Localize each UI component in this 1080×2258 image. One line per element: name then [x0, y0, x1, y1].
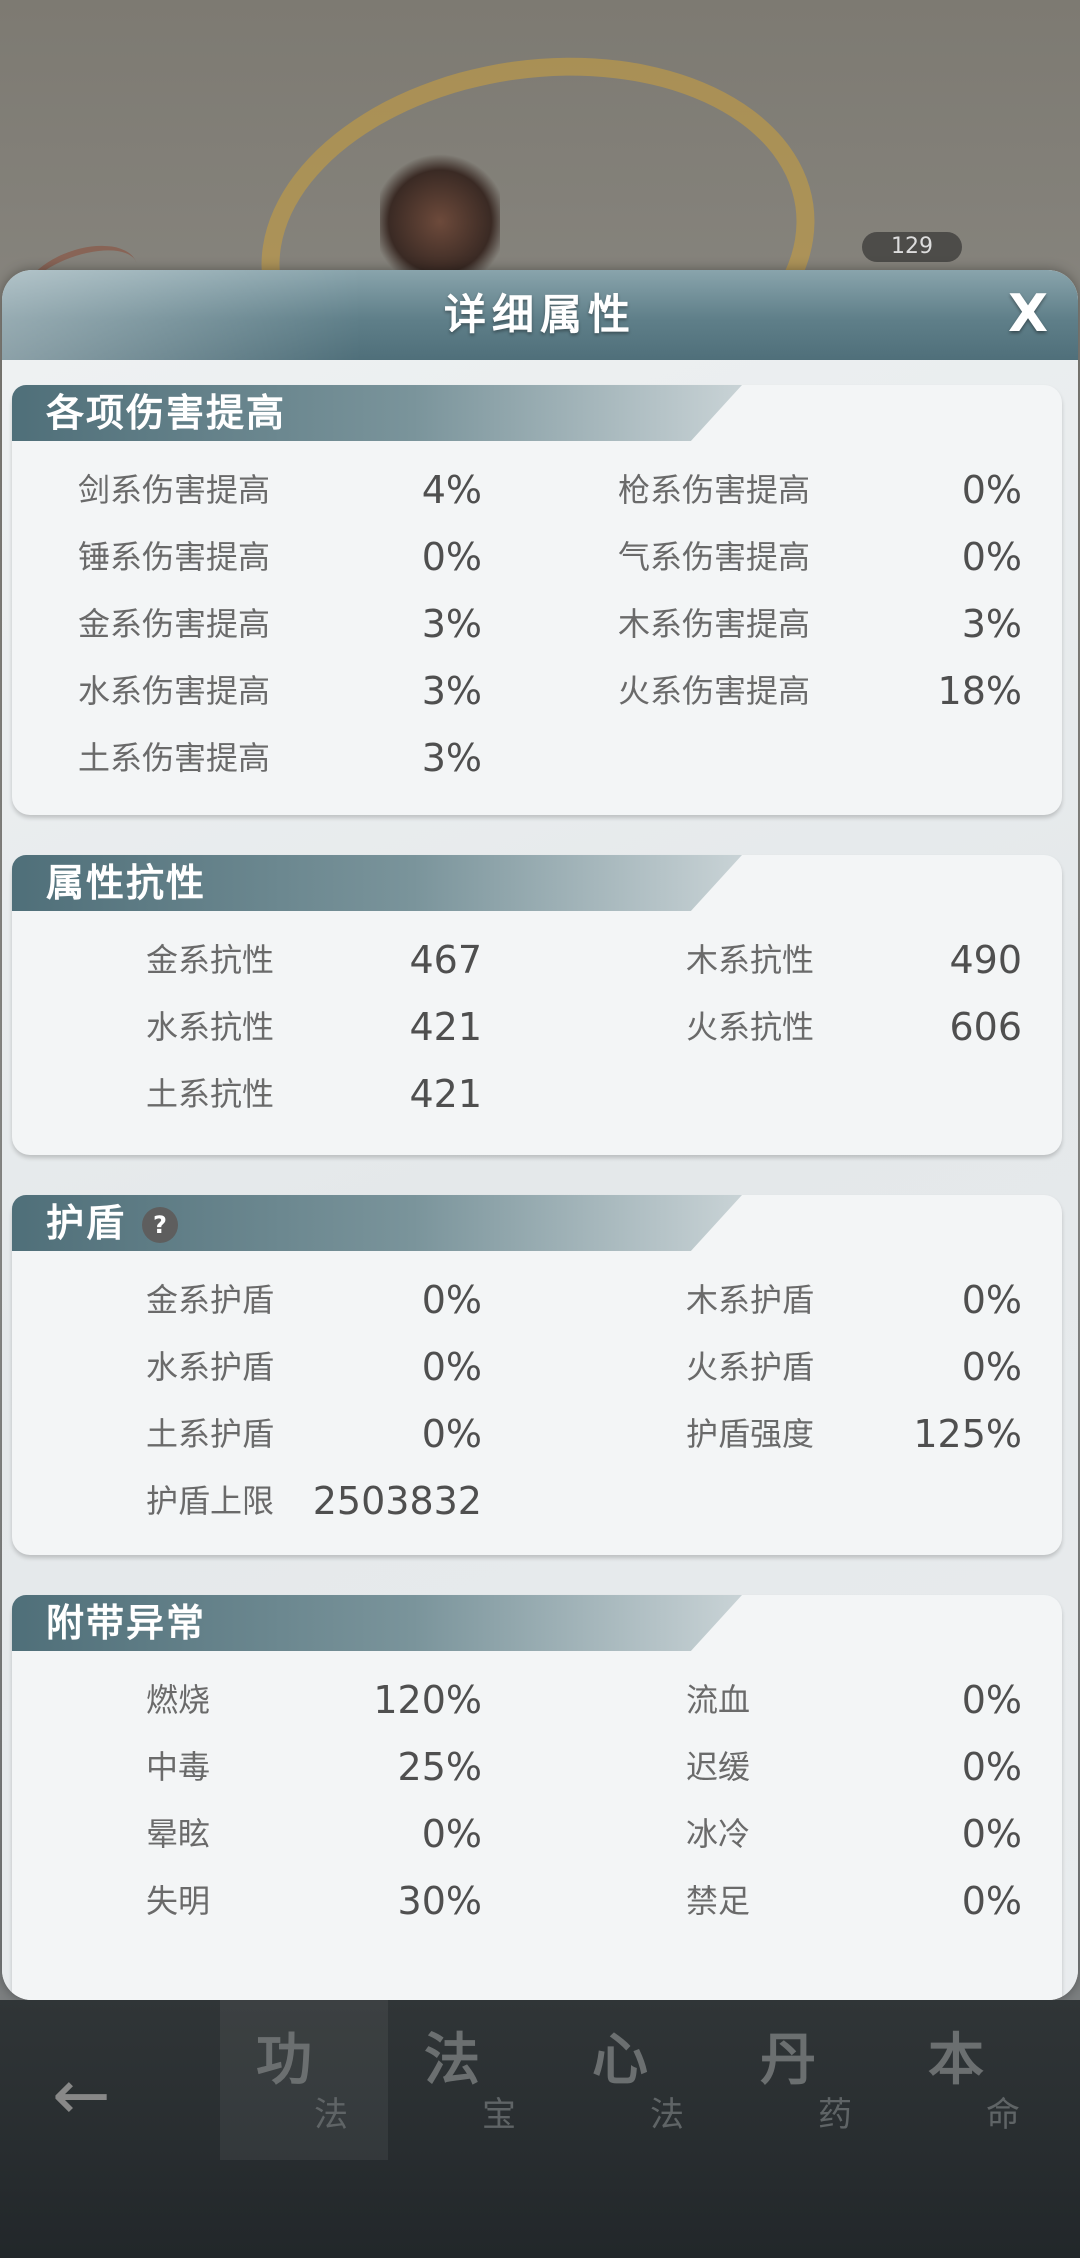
stat-value: 0%: [961, 1812, 1022, 1856]
stat-label: 流血: [686, 1681, 751, 1719]
stat-value: 0%: [961, 1678, 1022, 1722]
tab-sub-label: 法: [650, 2095, 684, 2135]
level-badge: 129: [862, 232, 962, 262]
section-title: 附带异常: [46, 1601, 207, 1645]
stat-value: 3%: [421, 602, 482, 646]
stat-value: 125%: [913, 1412, 1022, 1456]
attributes-scroll-area[interactable]: 各项伤害提高 剑系伤害提高 4% 枪系伤害提高 0% 锤系伤害提高 0% 气系伤…: [2, 360, 1078, 2000]
panel-title: 详细属性: [443, 290, 636, 339]
section-resistance: 属性抗性 金系抗性 467 木系抗性 490 水系抗性 421 火系抗性 606…: [12, 855, 1062, 1155]
section-title: 护盾: [46, 1201, 127, 1245]
tab-sub-label: 宝: [482, 2095, 516, 2135]
stat-value: 421: [409, 1005, 482, 1049]
character-figure: [380, 150, 500, 280]
tab-sub-label: 法: [314, 2095, 348, 2135]
bottom-nav: ← 功 法 法 宝 心 法 丹 药 本 命: [0, 2000, 1080, 2258]
tab-main-label: 功: [256, 2027, 312, 2093]
stat-label: 晕眩: [146, 1815, 211, 1853]
stat-value: 0%: [961, 468, 1022, 512]
section-status-effects: 附带异常 燃烧 120% 流血 0% 中毒 25% 迟缓 0% 晕眩 0% 冰冷…: [12, 1595, 1062, 2000]
close-button[interactable]: X: [998, 284, 1058, 344]
tab-main-label: 丹: [760, 2027, 816, 2093]
section-title: 各项伤害提高: [46, 391, 287, 435]
stat-value: 0%: [421, 1345, 482, 1389]
tab-sub-label: 药: [818, 2095, 852, 2135]
stat-label: 失明: [146, 1882, 211, 1920]
stat-label: 燃烧: [146, 1681, 211, 1719]
detailed-attributes-panel: 详细属性 X 各项伤害提高 剑系伤害提高 4% 枪系伤害提高 0% 锤系伤害提高…: [2, 270, 1078, 2000]
stat-label: 冰冷: [686, 1815, 751, 1853]
stat-value: 0%: [961, 1278, 1022, 1322]
stat-value: 4%: [421, 468, 482, 512]
stat-value: 606: [949, 1005, 1022, 1049]
stat-value: 0%: [421, 535, 482, 579]
stat-label: 中毒: [146, 1748, 211, 1786]
stat-value: 18%: [937, 669, 1022, 713]
tab-main-label: 心: [592, 2027, 648, 2093]
stat-value: 3%: [421, 669, 482, 713]
stat-label: 迟缓: [686, 1748, 751, 1786]
stat-value: 0%: [961, 1745, 1022, 1789]
stat-value: 30%: [397, 1879, 482, 1923]
stat-value: 0%: [961, 535, 1022, 579]
stat-value: 0%: [961, 1345, 1022, 1389]
stat-value: 0%: [421, 1812, 482, 1856]
stat-value: 25%: [397, 1745, 482, 1789]
stat-value: 3%: [421, 736, 482, 780]
stat-value: 3%: [961, 602, 1022, 646]
tab-main-label: 本: [928, 2027, 984, 2093]
tab-xinfa[interactable]: 心 法: [556, 2000, 724, 2160]
tab-benming[interactable]: 本 命: [892, 2000, 1060, 2160]
stat-value: 467: [409, 938, 482, 982]
section-damage-boost: 各项伤害提高 剑系伤害提高 4% 枪系伤害提高 0% 锤系伤害提高 0% 气系伤…: [12, 385, 1062, 815]
arrow-left-icon[interactable]: ←: [52, 2060, 132, 2130]
stat-value: 490: [949, 938, 1022, 982]
tab-fabao[interactable]: 法 宝: [388, 2000, 556, 2160]
stat-value: 120%: [373, 1678, 482, 1722]
stat-value: 0%: [961, 1879, 1022, 1923]
panel-header: 详细属性 X: [2, 270, 1078, 360]
help-icon[interactable]: ?: [142, 1207, 178, 1243]
stat-value: 2503832: [312, 1479, 482, 1523]
section-shield: 护盾 ? 金系护盾 0% 木系护盾 0% 水系护盾 0% 火系护盾 0% 土系护…: [12, 1195, 1062, 1555]
tab-gongfa[interactable]: 功 法: [220, 2000, 388, 2160]
tab-sub-label: 命: [986, 2095, 1020, 2135]
stat-label: 禁足: [686, 1882, 751, 1920]
tab-main-label: 法: [424, 2027, 480, 2093]
stat-value: 0%: [421, 1278, 482, 1322]
tab-danyao[interactable]: 丹 药: [724, 2000, 892, 2160]
stat-value: 421: [409, 1072, 482, 1116]
stat-value: 0%: [421, 1412, 482, 1456]
section-title: 属性抗性: [46, 861, 207, 905]
